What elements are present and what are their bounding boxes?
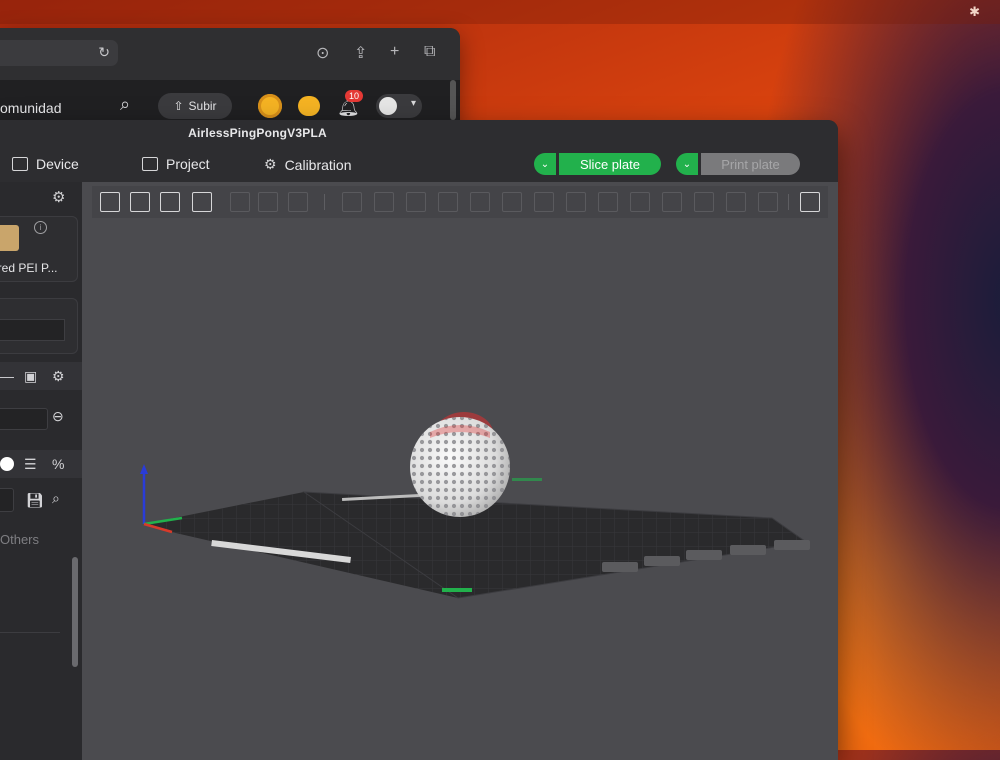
nav-device[interactable]: Device (12, 156, 79, 172)
info-icon[interactable]: i (34, 221, 47, 234)
download-icon[interactable]: ⊙ (316, 43, 329, 63)
notification-badge: 10 (345, 90, 364, 102)
slicer-titlebar: AirlessPingPongV3PLA (0, 120, 838, 148)
avatar[interactable]: ▾ (376, 94, 422, 118)
global-objects-bar: ☰ % (0, 450, 82, 478)
nav-calibration-label: Calibration (284, 156, 352, 173)
others-tab[interactable]: Others (0, 532, 39, 547)
left-settings-panel: ⚙ i ured PEI P... — ▣ ⚙ ⊖ ☰ % 💾︎ ⌕ Other… (0, 182, 82, 760)
print-dropdown-button[interactable]: ⌄ (676, 153, 698, 175)
address-bar[interactable]: ↻ (0, 40, 118, 66)
print-plate-button[interactable]: Print plate (701, 153, 800, 175)
preset-compare-icon[interactable]: ▣ (24, 368, 37, 385)
nav-device-label: Device (36, 156, 79, 172)
slice-plate-group: ⌄ Slice plate (534, 153, 661, 175)
panel-scrollbar[interactable] (72, 557, 78, 667)
tabs-icon[interactable]: ⧉ (424, 43, 435, 61)
avatar-face (379, 97, 397, 115)
search-settings-icon[interactable]: ⌕ (52, 490, 60, 507)
save-icon[interactable]: 💾︎ (26, 492, 44, 509)
slicer-navbar: Device Project ⚙ Calibration ⌄ Slice pla… (0, 148, 838, 182)
share-icon[interactable]: ⇪ (354, 43, 367, 63)
device-icon (12, 157, 28, 171)
printer-settings-gear-icon[interactable]: ⚙ (52, 188, 65, 206)
percent-icon[interactable]: % (52, 456, 64, 472)
3d-viewport[interactable] (82, 182, 838, 760)
plate-thumbnail (0, 225, 19, 251)
filament-card (0, 298, 78, 354)
process-preset-select[interactable] (0, 408, 48, 430)
nav-calibration[interactable]: ⚙ Calibration (264, 156, 352, 173)
process-gear-icon[interactable]: ⚙ (52, 368, 65, 385)
settings-search-field[interactable] (0, 488, 14, 512)
project-icon (142, 157, 158, 171)
plate-type-card[interactable]: i ured PEI P... (0, 216, 78, 282)
new-tab-icon[interactable]: + (390, 43, 399, 61)
nav-project-label: Project (166, 156, 210, 172)
search-icon[interactable]: ⌕ (120, 94, 130, 115)
window-title: AirlessPingPongV3PLA (188, 126, 327, 140)
ping-pong-ball-model[interactable] (410, 412, 510, 517)
advanced-toggle[interactable] (0, 457, 14, 471)
browser-scrollbar[interactable] (450, 80, 456, 120)
macos-menubar: ✱ (0, 0, 1000, 24)
plate-type-label: ured PEI P... (0, 261, 58, 275)
process-section-bar: — ▣ ⚙ (0, 362, 82, 390)
minus-icon[interactable]: — (0, 368, 14, 384)
coin-icon[interactable] (258, 94, 282, 118)
more-options-icon[interactable]: ⊖ (52, 408, 64, 425)
upload-icon: ⇧ (173, 99, 184, 113)
community-link[interactable]: omunidad (0, 100, 62, 116)
chat-icon[interactable] (298, 96, 320, 116)
print-plate-group: ⌄ Print plate (676, 153, 800, 175)
slice-dropdown-button[interactable]: ⌄ (534, 153, 556, 175)
bluetooth-icon[interactable]: ✱ (969, 4, 980, 20)
filament-select[interactable] (0, 319, 65, 341)
upload-label: Subir (188, 99, 217, 113)
upload-button[interactable]: ⇧ Subir (158, 93, 232, 119)
panel-divider (0, 632, 60, 633)
slice-plate-button[interactable]: Slice plate (559, 153, 661, 175)
slicer-window: AirlessPingPongV3PLA Device Project ⚙ Ca… (0, 120, 838, 760)
scene-canvas (140, 412, 810, 599)
list-icon[interactable]: ☰ (24, 456, 37, 473)
nav-project[interactable]: Project (142, 156, 210, 172)
browser-toolbar: ↻ ⊙ ⇪ + ⧉ (0, 28, 460, 81)
reload-icon[interactable]: ↻ (98, 44, 110, 61)
chevron-down-icon: ▾ (410, 98, 416, 109)
calibration-gear-icon: ⚙ (264, 156, 277, 172)
browser-window: ↻ ⊙ ⇪ + ⧉ omunidad ⌕ ⇧ Subir 🔔︎ 10 ▾ (0, 28, 460, 128)
